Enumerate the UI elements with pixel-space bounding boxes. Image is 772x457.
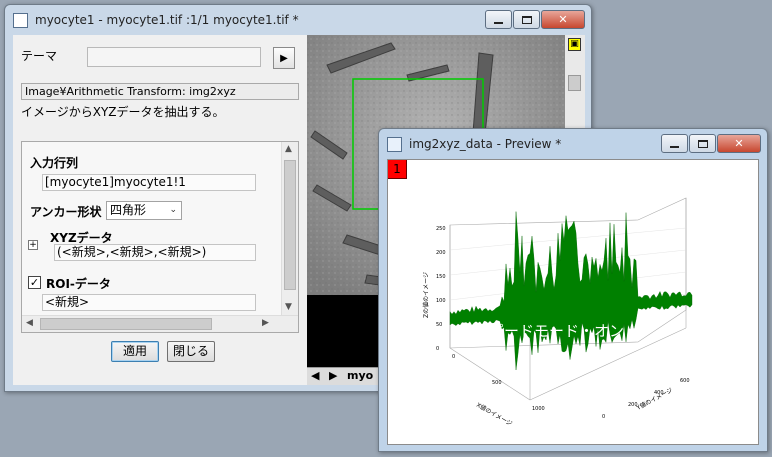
roi-data-checkbox[interactable]: ✓ bbox=[28, 276, 41, 289]
anchor-shape-value: 四角形 bbox=[110, 203, 147, 217]
anchor-shape-label: アンカー形状 bbox=[30, 205, 102, 219]
tab-next-icon[interactable]: ▶ bbox=[329, 369, 337, 382]
preview-maximize-button[interactable] bbox=[689, 134, 716, 153]
graph-window-icon bbox=[387, 137, 402, 152]
y-tick-label: 600 bbox=[680, 378, 690, 384]
horizontal-scroll-thumb[interactable] bbox=[40, 318, 212, 330]
surface-mesh bbox=[449, 211, 693, 371]
z-tick-label: 100 bbox=[436, 298, 446, 304]
dialog-panel: テーマ ▶ Image¥Arithmetic Transform: img2xy… bbox=[13, 35, 307, 385]
speed-mode-text: スピードモード・オン bbox=[474, 322, 624, 340]
roi-data-label: ROI-データ bbox=[46, 277, 111, 291]
matrix-window-icon bbox=[13, 13, 28, 28]
theme-combo[interactable] bbox=[87, 47, 261, 67]
anchor-shape-select[interactable]: 四角形 ⌄ bbox=[106, 201, 182, 220]
main-titlebar[interactable]: myocyte1 - myocyte1.tif :1/1 myocyte1.ti… bbox=[5, 5, 591, 35]
function-path: Image¥Arithmetic Transform: img2xyz bbox=[21, 83, 299, 100]
image-mode-icon[interactable]: ▣ bbox=[568, 38, 581, 51]
input-matrix-field[interactable]: [myocyte1]myocyte1!1 bbox=[42, 174, 256, 191]
x-tick-labels: 0 500 1000 bbox=[452, 354, 545, 412]
scroll-up-icon[interactable]: ▲ bbox=[285, 144, 292, 154]
scroll-down-icon[interactable]: ▼ bbox=[285, 302, 292, 312]
expand-plus-icon[interactable]: + bbox=[28, 240, 38, 250]
y-tick-label: 400 bbox=[654, 390, 664, 396]
checkmark-icon: ✓ bbox=[29, 276, 40, 289]
z-tick-label: 250 bbox=[436, 226, 446, 232]
maximize-icon bbox=[521, 15, 532, 24]
maximize-icon bbox=[697, 139, 708, 148]
function-description: イメージからXYZデータを抽出する。 bbox=[21, 105, 225, 119]
z-tick-label: 0 bbox=[436, 346, 439, 352]
settings-horizontal-scrollbar[interactable]: ◀ ▶ bbox=[22, 315, 298, 332]
x-axis-label: X値のイメージ bbox=[475, 401, 514, 428]
x-tick-label: 1000 bbox=[532, 406, 545, 412]
x-tick-label: 0 bbox=[452, 354, 455, 360]
z-tick-labels: 250 200 150 100 50 0 bbox=[436, 226, 446, 352]
scroll-right-icon[interactable]: ▶ bbox=[262, 318, 269, 328]
z-tick-label: 50 bbox=[436, 322, 442, 328]
y-tick-label: 0 bbox=[602, 414, 605, 420]
preview-window-title: img2xyz_data - Preview * bbox=[409, 137, 562, 151]
strip-scroll-thumb[interactable] bbox=[568, 75, 581, 91]
preview-close-button[interactable]: ✕ bbox=[717, 134, 761, 153]
surface-plot: スピードモード・オン Zの値のイメージ X値のイメージ Y値のイメージ 2502… bbox=[422, 197, 693, 428]
close-icon: ✕ bbox=[734, 137, 744, 150]
minimize-icon bbox=[670, 145, 679, 148]
z-tick-label: 200 bbox=[436, 250, 446, 256]
x-tick-label: 500 bbox=[492, 380, 502, 386]
z-tick-label: 150 bbox=[436, 274, 446, 280]
theme-label: テーマ bbox=[21, 49, 58, 63]
minimize-icon bbox=[494, 21, 503, 24]
settings-vertical-scrollbar[interactable]: ▲ ▼ bbox=[281, 142, 298, 317]
preview-titlebar[interactable]: img2xyz_data - Preview * ✕ bbox=[379, 129, 767, 159]
minimize-button[interactable] bbox=[485, 10, 512, 29]
preview-window: img2xyz_data - Preview * ✕ 1 スピードモード・オン … bbox=[378, 128, 768, 452]
graph-page[interactable]: 1 スピードモード・オン Zの値のイメージ X値のイメージ Y値のイメージ 25… bbox=[387, 159, 759, 445]
roi-data-field[interactable]: <新規> bbox=[42, 294, 256, 311]
y-tick-labels: 0 200 400 600 bbox=[602, 378, 690, 420]
chevron-down-icon: ⌄ bbox=[169, 205, 177, 215]
close-window-button[interactable]: ✕ bbox=[541, 10, 585, 29]
sheet-tab[interactable]: myo bbox=[347, 369, 373, 382]
apply-button[interactable]: 適用 bbox=[111, 341, 159, 362]
maximize-button[interactable] bbox=[513, 10, 540, 29]
vertical-scroll-thumb[interactable] bbox=[284, 160, 296, 290]
theme-menu-button[interactable]: ▶ bbox=[273, 47, 295, 69]
close-icon: ✕ bbox=[558, 13, 568, 26]
play-arrow-icon: ▶ bbox=[280, 52, 288, 64]
settings-tree: 入力行列 [myocyte1]myocyte1!1 アンカー形状 四角形 ⌄ X… bbox=[21, 141, 299, 333]
close-dialog-button[interactable]: 閉じる bbox=[167, 341, 215, 362]
preview-minimize-button[interactable] bbox=[661, 134, 688, 153]
layer-badge[interactable]: 1 bbox=[388, 160, 407, 179]
scroll-left-icon[interactable]: ◀ bbox=[26, 318, 33, 328]
input-matrix-label: 入力行列 bbox=[30, 156, 79, 170]
main-window-title: myocyte1 - myocyte1.tif :1/1 myocyte1.ti… bbox=[35, 13, 299, 27]
xyz-data-field[interactable]: (<新規>,<新規>,<新規>) bbox=[54, 244, 256, 261]
y-tick-label: 200 bbox=[628, 402, 638, 408]
z-axis-label: Zの値のイメージ bbox=[422, 272, 430, 318]
tab-prev-icon[interactable]: ◀ bbox=[311, 369, 319, 382]
